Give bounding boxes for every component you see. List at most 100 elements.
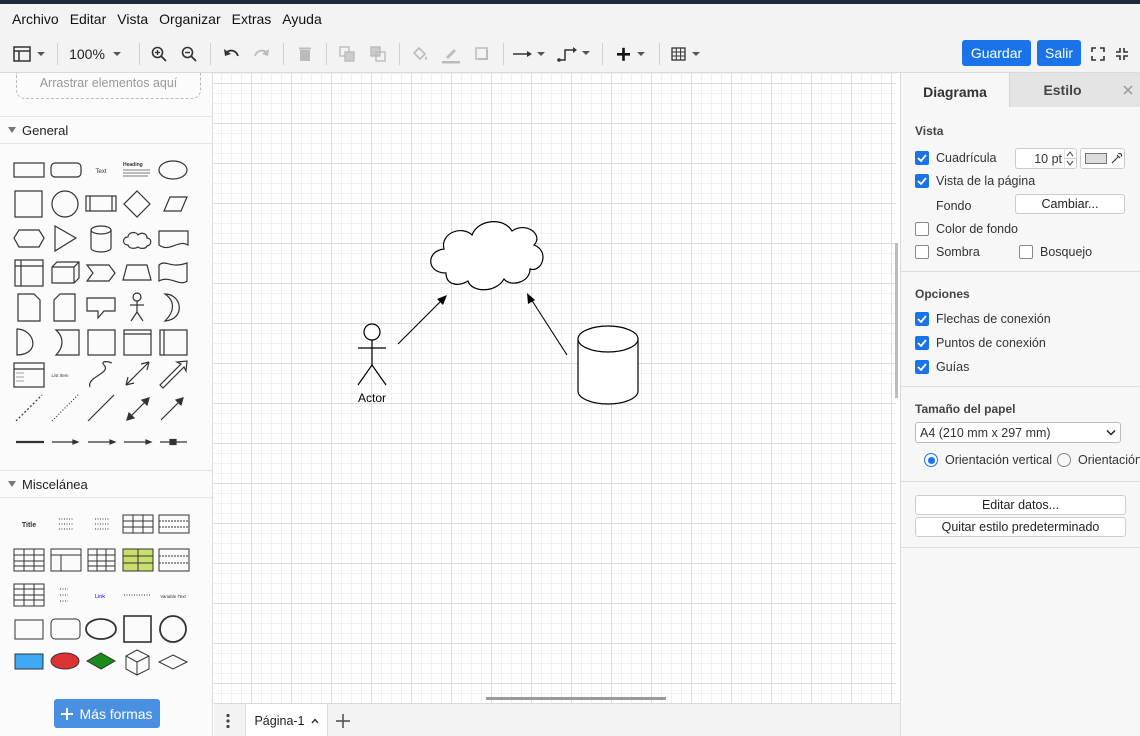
grid-label: Cuadrícula <box>936 151 997 165</box>
waypoints-button[interactable] <box>556 34 592 73</box>
zoom-in-icon <box>151 46 167 62</box>
actor-node[interactable] <box>357 323 387 386</box>
redo-button[interactable] <box>251 34 273 73</box>
orientation-portrait-radio[interactable] <box>924 453 938 467</box>
page-view-checkbox[interactable] <box>915 174 929 188</box>
zoom-in-button[interactable] <box>148 34 170 73</box>
circle-shape <box>51 190 79 218</box>
cylinder-node[interactable] <box>577 325 639 405</box>
ellipse-shape <box>158 160 188 180</box>
connection-points-checkbox[interactable] <box>915 336 929 350</box>
format-panel-toggle[interactable] <box>10 34 48 73</box>
check-icon <box>917 315 927 323</box>
plus-icon <box>61 707 74 720</box>
close-panel-button[interactable] <box>1115 73 1140 107</box>
toolbar-separator <box>283 43 284 65</box>
trapezoid-shape <box>122 264 152 281</box>
bg-color-checkbox[interactable] <box>915 222 929 236</box>
sketch-label: Bosquejo <box>1040 245 1093 259</box>
guides-checkbox[interactable] <box>915 360 929 374</box>
edge-cylinder-to-cloud[interactable] <box>527 293 568 356</box>
insert-button[interactable] <box>612 34 648 73</box>
misc-shapes-palette[interactable]: Title Link Variable Text <box>0 509 213 689</box>
menu-vista[interactable]: Vista <box>117 11 148 27</box>
collapse-toolbar-button[interactable] <box>1112 34 1132 73</box>
menu-bar: Archivo Editar Vista Organizar Extras Ay… <box>0 4 1140 34</box>
exit-button[interactable]: Salir <box>1037 40 1081 66</box>
chevron-up-icon <box>310 717 319 723</box>
shapes-sidebar: Arrastrar elementos aquí General Text He… <box>0 73 213 736</box>
diagram-canvas[interactable]: Actor <box>214 73 896 703</box>
toolbar-separator <box>139 43 140 65</box>
fullscreen-button[interactable] <box>1088 34 1108 73</box>
arrow-shape <box>159 360 188 389</box>
sketch-checkbox[interactable] <box>1019 245 1033 259</box>
menu-organizar[interactable]: Organizar <box>159 11 220 27</box>
arrow-right-icon <box>513 50 545 57</box>
background-label: Fondo <box>936 199 972 213</box>
menu-archivo[interactable]: Archivo <box>12 11 59 27</box>
orientation-portrait-row: Orientación vertical <box>924 453 1052 467</box>
general-shapes-palette[interactable]: Text Heading List Item <box>0 151 213 451</box>
delete-button[interactable] <box>294 34 316 73</box>
horizontal-scrollbar[interactable] <box>486 697 666 700</box>
undo-button[interactable] <box>220 34 242 73</box>
check-icon <box>917 154 927 162</box>
grid-color-picker[interactable] <box>1080 148 1125 169</box>
edit-data-button[interactable]: Editar datos... <box>915 495 1126 515</box>
toolbar: 100% Guardar Salir <box>0 34 1140 73</box>
vertical-scrollbar[interactable] <box>895 243 898 398</box>
more-shapes-button[interactable]: Más formas <box>54 699 160 728</box>
cloud-shape <box>122 231 152 249</box>
add-page-button[interactable] <box>335 713 351 734</box>
connection-arrows-checkbox[interactable] <box>915 312 929 326</box>
orientation-landscape-radio[interactable] <box>1057 453 1071 467</box>
eyedropper-icon <box>1111 153 1122 164</box>
guides-row: Guías <box>915 360 969 374</box>
pages-menu-button[interactable] <box>224 713 232 734</box>
to-back-button[interactable] <box>367 34 389 73</box>
paper-size-select[interactable]: A4 (210 mm x 297 mm) <box>915 422 1121 443</box>
to-back-icon <box>370 45 386 62</box>
tab-style[interactable]: Estilo <box>1009 73 1115 107</box>
menu-ayuda[interactable]: Ayuda <box>282 11 321 27</box>
clear-default-style-button[interactable]: Quitar estilo predeterminado <box>915 517 1126 537</box>
change-background-button[interactable]: Cambiar... <box>1015 194 1125 214</box>
cloud-node[interactable] <box>430 221 544 291</box>
divider <box>901 271 1140 272</box>
save-button[interactable]: Guardar <box>962 40 1031 66</box>
table-button[interactable] <box>668 34 704 73</box>
list-item-shape-label: List Item <box>51 373 68 378</box>
menu-extras[interactable]: Extras <box>232 11 272 27</box>
section-general-header[interactable]: General <box>0 116 212 144</box>
tab-diagram[interactable]: Diagrama <box>901 75 1009 109</box>
zoom-out-button[interactable] <box>178 34 200 73</box>
chevron-down-icon <box>112 51 121 56</box>
line-shape <box>87 394 115 422</box>
grid-checkbox[interactable] <box>915 151 929 165</box>
tab-page-1[interactable]: Página-1 <box>245 704 328 736</box>
shadow-button[interactable] <box>471 34 493 73</box>
collapse-icon <box>1116 47 1128 60</box>
toolbar-separator <box>326 43 327 65</box>
or-shape <box>163 293 180 322</box>
dotted-line-shape <box>51 394 79 422</box>
drop-zone[interactable]: Arrastrar elementos aquí <box>16 73 201 99</box>
heading-shape-label: Heading <box>123 162 143 168</box>
to-front-button[interactable] <box>336 34 358 73</box>
grid-size-stepper[interactable]: 10 pt <box>1015 148 1077 169</box>
edge-actor-to-cloud[interactable] <box>397 295 447 345</box>
grid-size-value: 10 pt <box>1034 151 1062 166</box>
connection-style-button[interactable] <box>511 34 547 73</box>
fill-color-button[interactable] <box>409 34 431 73</box>
waypoint-icon <box>557 46 590 62</box>
bidirectional-arrow-shape <box>125 361 150 386</box>
zoom-select[interactable]: 100% <box>64 34 126 73</box>
link-shape-label: Link <box>95 594 105 600</box>
menu-editar[interactable]: Editar <box>70 11 107 27</box>
line-color-button[interactable] <box>440 34 462 73</box>
section-misc-header[interactable]: Miscelánea <box>0 470 212 498</box>
guides-label: Guías <box>936 360 970 374</box>
shadow-checkbox[interactable] <box>915 245 929 259</box>
document-shape <box>158 230 189 249</box>
